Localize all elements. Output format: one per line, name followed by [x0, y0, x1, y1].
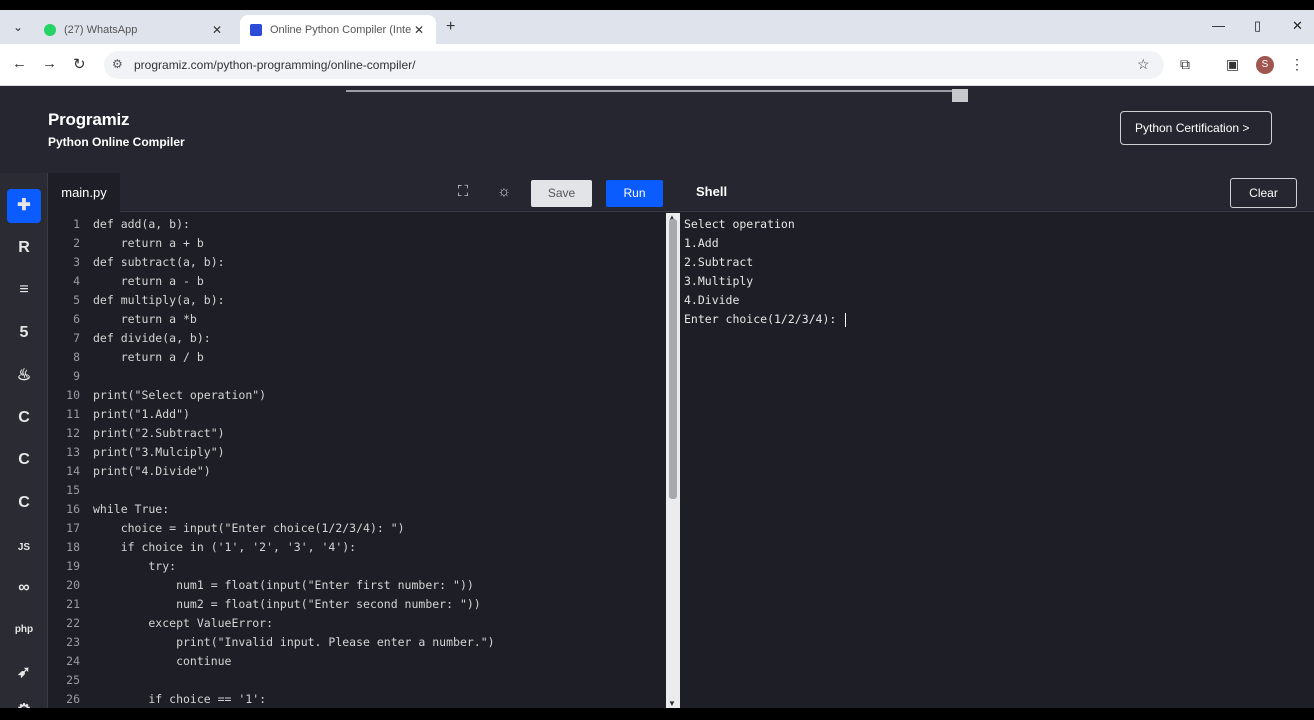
swift-icon[interactable]: ➶	[7, 656, 41, 690]
restore-icon[interactable]: ▯	[1254, 18, 1261, 34]
close-icon[interactable]: ✕	[210, 23, 224, 37]
code-line: 3 def subtract(a, b):	[73, 255, 225, 269]
code-line: 20 num1 = float(input("Enter first numbe…	[66, 578, 474, 592]
text-cursor	[845, 312, 847, 327]
tab-search-icon[interactable]: ⌄	[10, 19, 26, 35]
editor-header: main.py ⛶ ☼ Save Run Shell Clear	[48, 173, 1314, 212]
rust-icon[interactable]: ⚙	[7, 694, 41, 708]
output-line: Select operation	[684, 217, 795, 231]
browser-tabstrip: ⌄ (27) WhatsApp ✕ Online Python Compiler…	[0, 10, 1314, 44]
tab-title: Online Python Compiler (Inte p	[270, 23, 412, 36]
language-sidebar: ✚ R ≡ 5 ♨ C C C JS ∞ php ➶ ⚙	[0, 173, 48, 708]
c-icon[interactable]: C	[7, 401, 41, 435]
php-icon[interactable]: php	[7, 613, 41, 647]
save-button[interactable]: Save	[531, 180, 592, 207]
editor-scroll-thumb[interactable]	[669, 219, 677, 499]
page-scroll-track	[346, 90, 966, 92]
tab-title: (27) WhatsApp	[64, 23, 138, 36]
code-editor[interactable]: 1 def add(a, b): 2 return a + b 3 def subt…	[48, 213, 666, 708]
output-line: 4.Divide	[684, 293, 740, 307]
window-close-icon[interactable]: ✕	[1292, 18, 1303, 34]
page-scroll-thumb[interactable]	[952, 89, 968, 102]
code-line: 15	[66, 483, 80, 497]
code-line: 26 if choice == '1':	[66, 692, 267, 706]
output-line: 3.Multiply	[684, 274, 754, 288]
code-line: 11 print("1.Add")	[66, 407, 190, 421]
code-line: 19 try:	[66, 559, 177, 573]
scroll-down-icon[interactable]: ▼	[668, 699, 676, 708]
code-line: 16 while True:	[66, 502, 170, 516]
whatsapp-favicon-icon	[44, 23, 56, 36]
page-subtitle: Python Online Compiler	[48, 135, 185, 149]
browser-menu-icon[interactable]: ⋮	[1290, 56, 1304, 73]
code-line: 14 print("4.Divide")	[66, 464, 211, 478]
code-line: 8 return a / b	[73, 350, 204, 364]
javascript-icon[interactable]: JS	[7, 531, 41, 565]
programiz-favicon-icon	[250, 23, 262, 36]
code-line: 17 choice = input("Enter choice(1/2/3/4)…	[66, 521, 405, 535]
code-line: 18 if choice in ('1', '2', '3', '4'):	[66, 540, 357, 554]
output-line: 2.Subtract	[684, 255, 754, 269]
fullscreen-icon[interactable]: ⛶	[454, 183, 472, 201]
output-line: 1.Add	[684, 236, 719, 250]
programiz-logo[interactable]: Programiz	[48, 110, 130, 130]
close-icon[interactable]: ✕	[412, 23, 426, 37]
r-icon[interactable]: R	[7, 231, 41, 265]
html-icon[interactable]: 5	[7, 316, 41, 350]
java-icon[interactable]: ♨	[7, 359, 41, 393]
code-line: 1 def add(a, b):	[73, 217, 190, 231]
output-input-line[interactable]: Enter choice(1/2/3/4):	[684, 310, 847, 329]
input-prompt: Enter choice(1/2/3/4):	[684, 312, 844, 326]
reload-icon[interactable]: ↻	[73, 55, 86, 73]
sql-icon[interactable]: ≡	[7, 273, 41, 307]
browser-tab-programiz[interactable]: Online Python Compiler (Inte p ✕	[240, 15, 436, 44]
python-certification-button[interactable]: Python Certification >	[1120, 111, 1272, 145]
code-line: 25	[66, 673, 80, 687]
file-tab-main[interactable]: main.py	[48, 173, 120, 212]
code-line: 5 def multiply(a, b):	[73, 293, 225, 307]
code-line: 21 num2 = float(input("Enter second numb…	[66, 597, 481, 611]
code-line: 12 print("2.Subtract")	[66, 426, 225, 440]
editor-scrollbar[interactable]: ▲ ▼	[666, 213, 680, 708]
url-text: programiz.com/python-programming/online-…	[134, 58, 416, 72]
forward-icon[interactable]: →	[42, 55, 57, 72]
clear-button[interactable]: Clear	[1230, 178, 1297, 208]
browser-toolbar: ← → ↻ ⚙ programiz.com/python-programming…	[0, 44, 1314, 86]
bookmark-star-icon[interactable]: ☆	[1137, 56, 1150, 73]
address-bar[interactable]: ⚙ programiz.com/python-programming/onlin…	[104, 51, 1164, 79]
sidepanel-icon[interactable]: ▣	[1226, 56, 1239, 73]
code-line: 2 return a + b	[73, 236, 204, 250]
code-line: 7 def divide(a, b):	[73, 331, 211, 345]
go-icon[interactable]: ∞	[7, 571, 41, 605]
new-tab-icon[interactable]: +	[446, 18, 455, 36]
site-info-icon[interactable]: ⚙	[112, 57, 123, 71]
code-line: 4 return a - b	[73, 274, 204, 288]
code-line: 10 print("Select operation")	[66, 388, 267, 402]
browser-tab-whatsapp[interactable]: (27) WhatsApp ✕	[34, 15, 234, 44]
python-icon[interactable]: ✚	[7, 189, 41, 223]
minimize-icon[interactable]: —	[1212, 18, 1225, 33]
code-line: 23 print("Invalid input. Please enter a …	[66, 635, 495, 649]
code-line: 9	[73, 369, 80, 383]
screen: ⌄ (27) WhatsApp ✕ Online Python Compiler…	[0, 10, 1314, 708]
code-line: 24 continue	[66, 654, 232, 668]
code-line: 22 except ValueError:	[66, 616, 274, 630]
code-line: 13 print("3.Mulciply")	[66, 445, 225, 459]
code-line: 6 return a *b	[73, 312, 197, 326]
cpp-icon[interactable]: C	[7, 443, 41, 477]
profile-avatar[interactable]: S	[1256, 56, 1274, 74]
shell-label: Shell	[696, 184, 728, 199]
csharp-icon[interactable]: C	[7, 486, 41, 520]
back-icon[interactable]: ←	[12, 55, 27, 72]
shell-output[interactable]: Select operation 1.Add 2.Subtract 3.Mult…	[680, 213, 1314, 708]
extensions-icon[interactable]: ⧉	[1180, 56, 1190, 73]
run-button[interactable]: Run	[606, 180, 663, 207]
site-header: Programiz Python Online Compiler Python …	[0, 86, 1314, 173]
theme-toggle-icon[interactable]: ☼	[495, 183, 513, 201]
